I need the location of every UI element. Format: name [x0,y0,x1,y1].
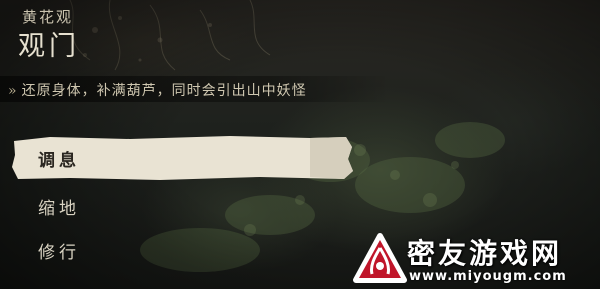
watermark-url: www.miyougm.com [409,269,567,284]
shrine-name: 观门 [18,31,80,62]
description-marker-icon: » [8,83,18,99]
shrine-description: » 还原身体，补满葫芦，同时会引出山中妖怪 [8,80,307,100]
menu-item-cultivate[interactable]: 修行 [38,238,80,263]
watermark-logo-icon [353,233,407,283]
description-text: 还原身体，补满葫芦，同时会引出山中妖怪 [21,83,307,99]
menu-item-meditate[interactable]: 调息 [38,146,80,171]
watermark-brand: 密友游戏网 [407,237,563,270]
menu-item-travel[interactable]: 缩地 [38,194,80,219]
